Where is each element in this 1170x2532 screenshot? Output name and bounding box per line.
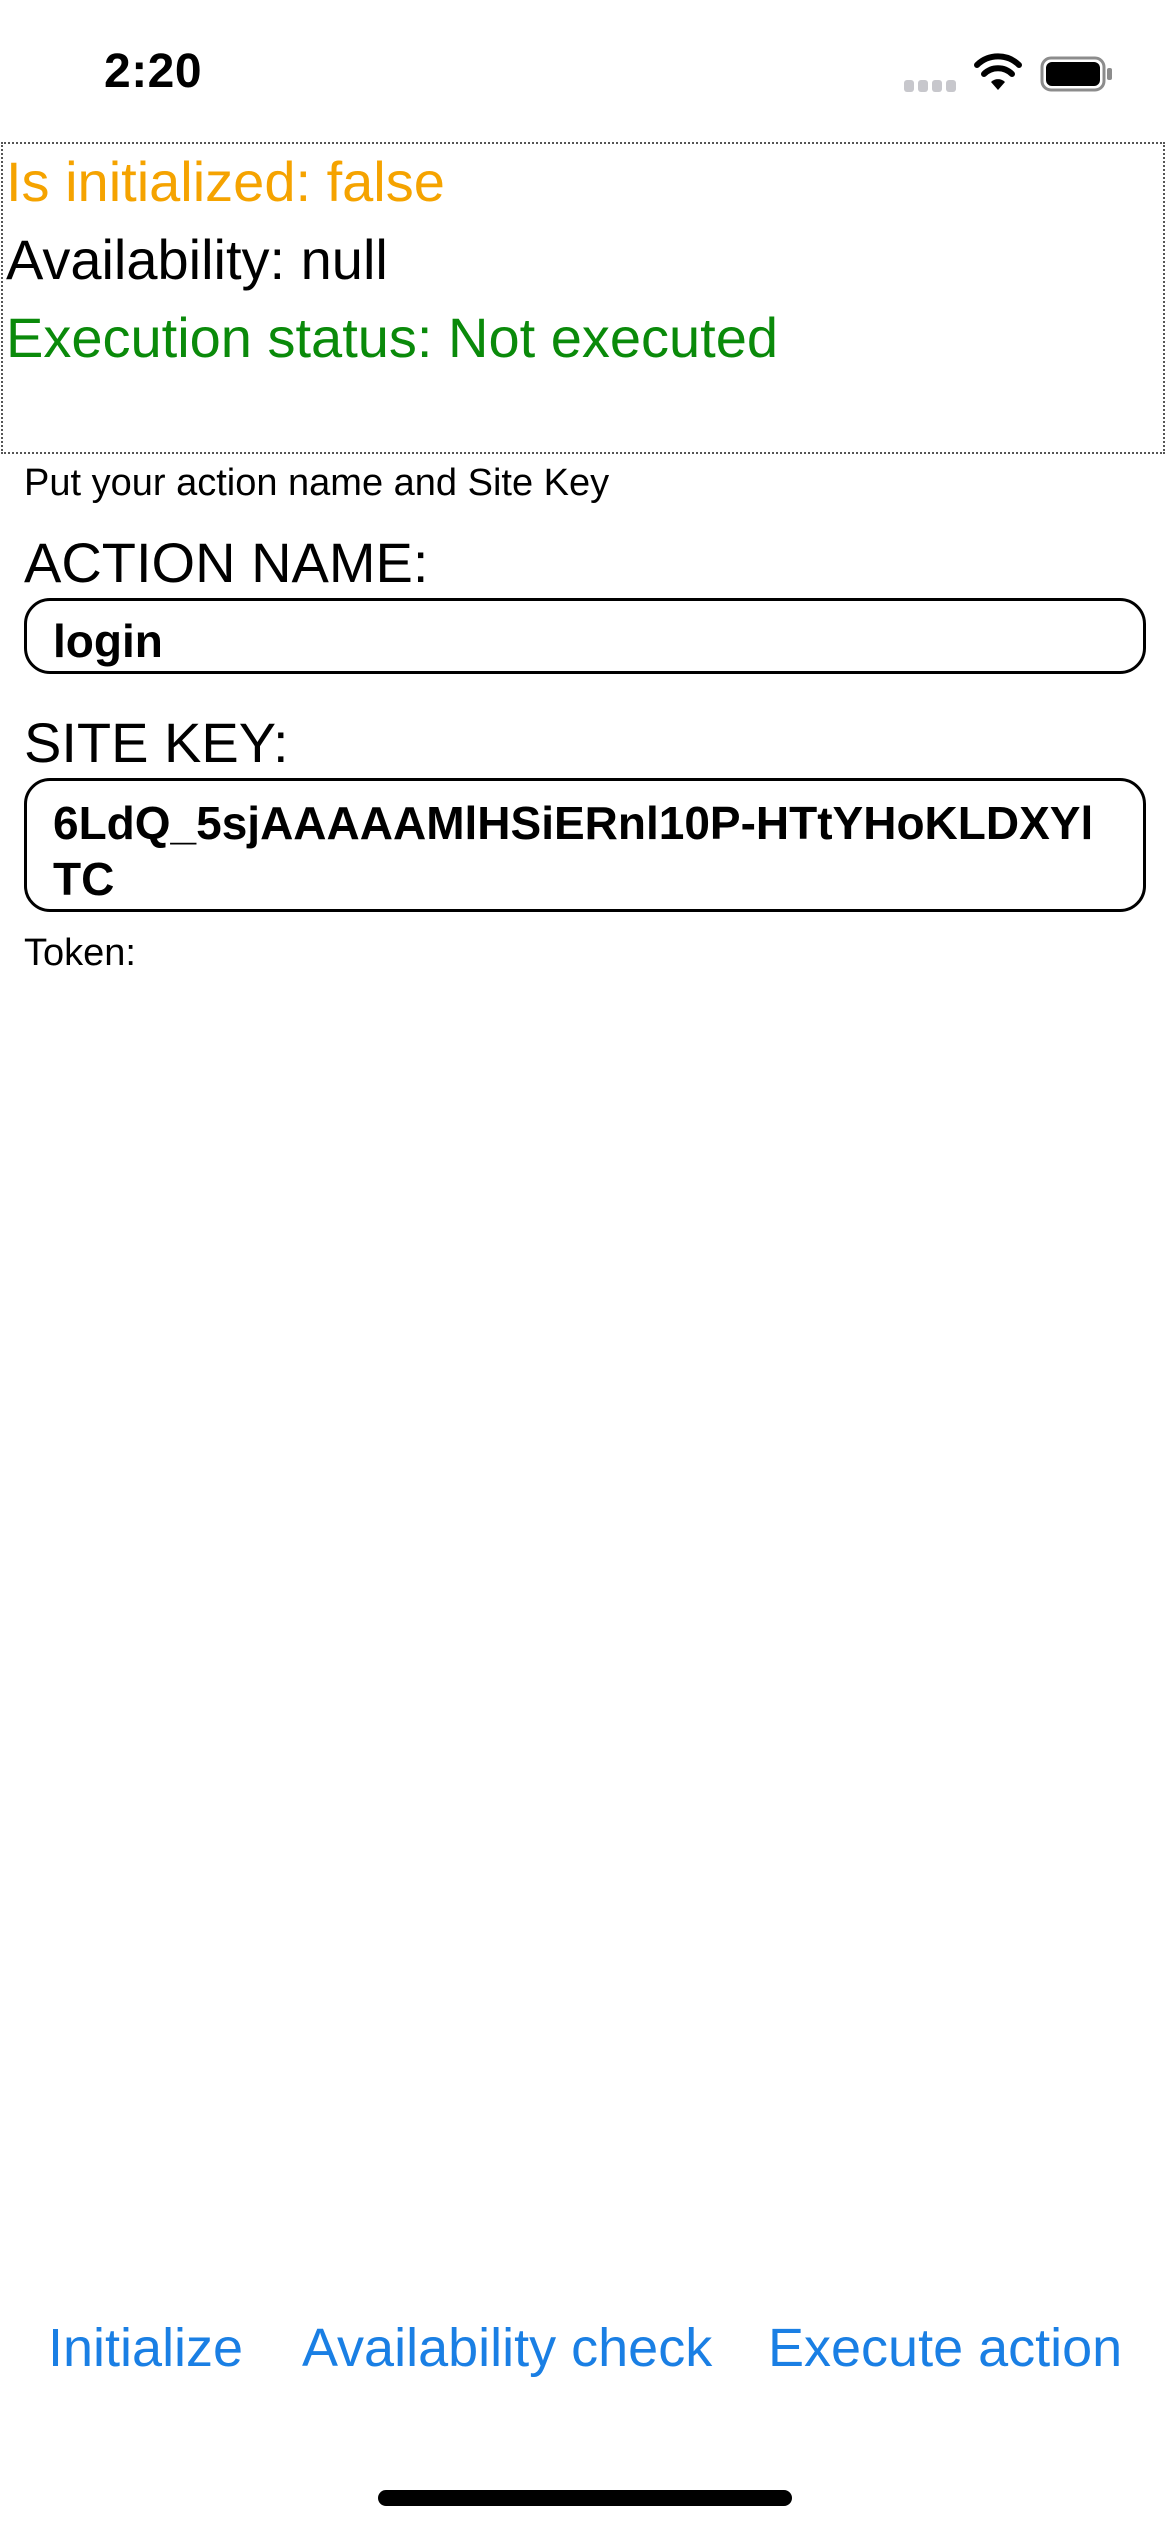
execute-action-button[interactable]: Execute action: [768, 2316, 1122, 2380]
initialized-status: Is initialized: false: [6, 150, 445, 213]
execution-status: Execution status: Not executed: [6, 306, 778, 369]
cellular-signal-icon: [904, 76, 960, 92]
action-name-input[interactable]: login: [24, 598, 1146, 674]
app-screen: 2:20 Is initialized: false Availability:…: [0, 0, 1170, 2532]
status-panel: Is initialized: false Availability: null…: [1, 142, 1165, 454]
site-key-label: SITE KEY:: [24, 711, 289, 774]
battery-icon: [1040, 56, 1112, 92]
status-time: 2:20: [104, 45, 203, 98]
wifi-icon: [974, 53, 1022, 90]
availability-status: Availability: null: [6, 228, 388, 291]
initialize-button[interactable]: Initialize: [48, 2316, 243, 2380]
site-key-input[interactable]: 6LdQ_5sjAAAAAMlHSiERnl10P-HTtYHoKLDXYlTC: [24, 778, 1146, 912]
availability-check-button[interactable]: Availability check: [302, 2316, 712, 2380]
form-hint: Put your action name and Site Key: [24, 462, 610, 504]
token-label: Token:: [24, 932, 136, 974]
status-bar: 2:20: [0, 0, 1170, 140]
action-name-label: ACTION NAME:: [24, 531, 429, 594]
home-indicator[interactable]: [378, 2490, 792, 2506]
